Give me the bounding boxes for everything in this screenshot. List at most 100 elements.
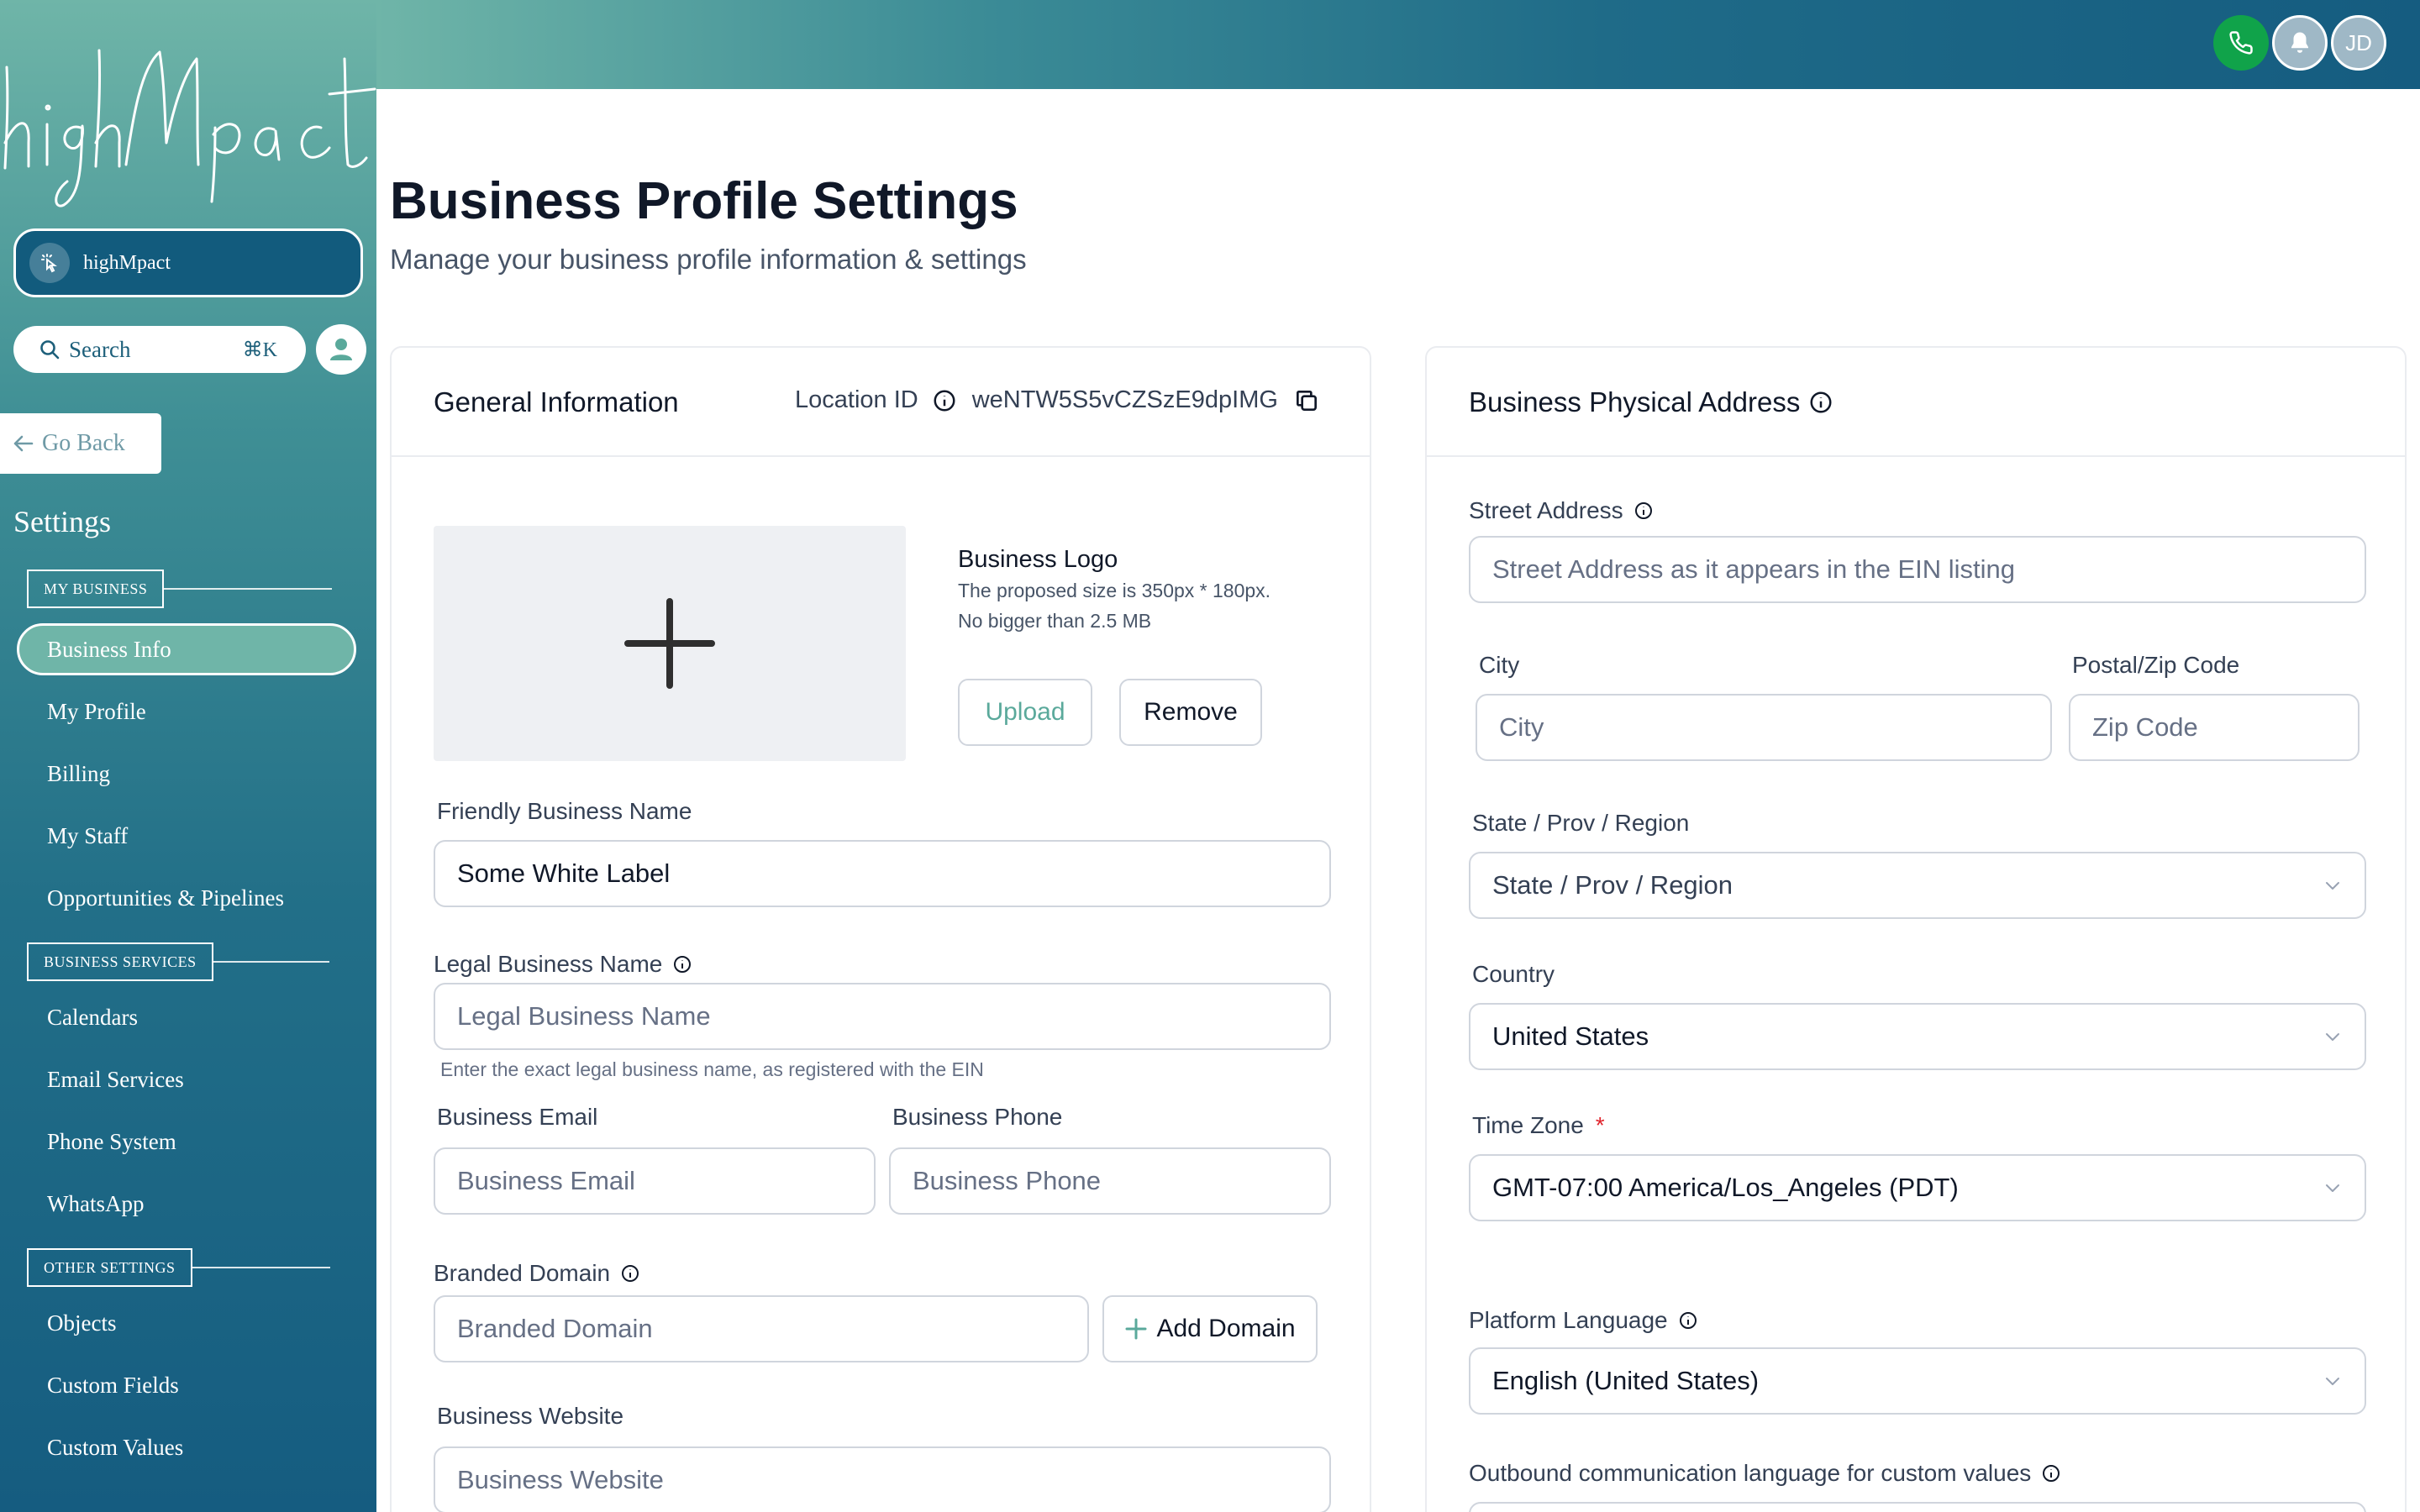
label-text: Legal Business Name — [434, 951, 663, 977]
label-text: Time Zone — [1472, 1112, 1584, 1138]
phone-icon — [2229, 31, 2253, 55]
city-label: City — [1479, 652, 1519, 679]
logo-hint-limit: No bigger than 2.5 MB — [958, 610, 1152, 632]
timezone-select[interactable]: GMT-07:00 America/Los_Angeles (PDT) — [1469, 1154, 2366, 1221]
notifications-button[interactable] — [2272, 15, 2328, 71]
business-phone-label: Business Phone — [892, 1104, 1062, 1131]
section-label: BUSINESS SERVICES — [27, 942, 213, 981]
upload-button[interactable]: Upload — [958, 679, 1092, 746]
card-title: General Information — [434, 386, 679, 417]
business-website-input[interactable]: Business Website — [434, 1446, 1331, 1512]
zip-input[interactable]: Zip Code — [2069, 694, 2360, 761]
location-name: highMpact — [83, 251, 171, 274]
info-icon — [1679, 1312, 1697, 1329]
sidebar-item-billing[interactable]: Billing — [17, 748, 356, 800]
info-icon — [2043, 1465, 2060, 1482]
business-phone-input[interactable]: Business Phone — [889, 1147, 1331, 1215]
search-label: Search — [69, 336, 131, 362]
label-text: Platform Language — [1469, 1307, 1668, 1333]
outbound-language-select[interactable] — [1469, 1502, 2366, 1512]
required-marker: * — [1595, 1112, 1605, 1138]
sidebar-item-custom-values[interactable]: Custom Values — [17, 1421, 356, 1473]
remove-button[interactable]: Remove — [1119, 679, 1262, 746]
label-text: Friendly Business Name — [437, 798, 692, 824]
legal-name-label: Legal Business Name — [434, 951, 692, 978]
chevron-down-icon — [2326, 882, 2339, 890]
legal-name-input[interactable]: Legal Business Name — [434, 983, 1331, 1050]
label-text: Business Email — [437, 1104, 598, 1130]
label-text: Postal/Zip Code — [2072, 652, 2240, 678]
sidebar-item-whatsapp[interactable]: WhatsApp — [17, 1178, 356, 1230]
plus-icon — [624, 598, 715, 689]
outbound-language-label: Outbound communication language for cust… — [1469, 1460, 2061, 1487]
info-icon — [1810, 391, 1832, 413]
sidebar-item-email-services[interactable]: Email Services — [17, 1053, 356, 1105]
chevron-down-icon — [2326, 1184, 2339, 1192]
timezone-label: Time Zone * — [1472, 1112, 1605, 1139]
sidebar-item-custom-fields[interactable]: Custom Fields — [17, 1359, 356, 1411]
sidebar-item-phone-system[interactable]: Phone System — [17, 1116, 356, 1168]
sidebar-item-calendars[interactable]: Calendars — [17, 991, 356, 1043]
business-email-label: Business Email — [437, 1104, 597, 1131]
location-id-label: Location ID — [795, 386, 918, 413]
logo-dropzone[interactable] — [434, 526, 906, 761]
sidebar-item-my-profile[interactable]: My Profile — [17, 685, 356, 738]
label-text: Country — [1472, 961, 1555, 987]
chevron-down-icon — [2326, 1378, 2339, 1385]
sidebar-item-business-info[interactable]: Business Info — [17, 623, 356, 675]
state-label: State / Prov / Region — [1472, 810, 1689, 837]
sidebar-item-objects[interactable]: Objects — [17, 1297, 356, 1349]
go-back-button[interactable]: Go Back — [0, 413, 161, 474]
street-address-input[interactable]: Street Address as it appears in the EIN … — [1469, 536, 2366, 603]
legal-name-hint: Enter the exact legal business name, as … — [440, 1058, 984, 1080]
platform-language-label: Platform Language — [1469, 1307, 1698, 1334]
add-domain-button[interactable]: Add Domain — [1102, 1295, 1318, 1362]
section-divider — [192, 1267, 330, 1268]
timezone-select-value: GMT-07:00 America/Los_Angeles (PDT) — [1492, 1173, 1959, 1202]
info-icon — [1634, 502, 1652, 519]
settings-title: Settings — [13, 505, 112, 538]
label-text: City — [1479, 652, 1520, 678]
label-text: State / Prov / Region — [1472, 810, 1690, 836]
user-avatar[interactable]: JD — [2331, 15, 2386, 71]
general-information-card: General Information Location ID weNTW5S5… — [390, 346, 1371, 1512]
section-my-business: MY BUSINESS — [27, 570, 333, 608]
country-select[interactable]: United States — [1469, 1003, 2366, 1070]
card-header: General Information Location ID weNTW5S5… — [392, 348, 1370, 457]
top-header — [376, 0, 2420, 89]
location-switcher[interactable]: highMpact — [13, 228, 363, 297]
search-shortcut: ⌘K — [242, 339, 277, 361]
label-text: Street Address — [1469, 497, 1623, 523]
city-input[interactable]: City — [1476, 694, 2052, 761]
platform-language-select[interactable]: English (United States) — [1469, 1347, 2366, 1415]
branded-domain-input[interactable]: Branded Domain — [434, 1295, 1089, 1362]
platform-language-select-value: English (United States) — [1492, 1366, 1760, 1395]
search-button[interactable]: Search ⌘K — [13, 326, 306, 373]
street-address-label: Street Address — [1469, 497, 1654, 524]
label-text: Business Website — [437, 1403, 624, 1429]
label-text: Branded Domain — [434, 1260, 611, 1286]
country-select-value: United States — [1492, 1021, 1649, 1051]
state-select-value: State / Prov / Region — [1492, 870, 1733, 900]
user-icon — [330, 339, 352, 360]
state-select[interactable]: State / Prov / Region — [1469, 852, 2366, 919]
brand-logo[interactable] — [0, 17, 376, 210]
sidebar-item-my-staff[interactable]: My Staff — [17, 810, 356, 862]
card-header: Business Physical Address — [1427, 348, 2405, 457]
info-icon — [934, 390, 955, 411]
phone-button[interactable] — [2213, 15, 2269, 71]
business-email-input[interactable]: Business Email — [434, 1147, 876, 1215]
section-label: MY BUSINESS — [27, 570, 165, 608]
logo-label: Business Logo — [958, 546, 1118, 573]
sidebar-item-opportunities[interactable]: Opportunities & Pipelines — [17, 872, 356, 924]
location-id: Location ID weNTW5S5vCZSzE9dpIMG — [795, 386, 1320, 414]
user-profile-button[interactable] — [316, 324, 366, 375]
friendly-name-input[interactable]: Some White Label — [434, 840, 1331, 907]
zip-label: Postal/Zip Code — [2072, 652, 2239, 679]
location-id-value: weNTW5S5vCZSzE9dpIMG — [971, 386, 1278, 413]
go-back-label: Go Back — [42, 430, 125, 456]
branded-domain-label: Branded Domain — [434, 1260, 640, 1287]
logo-hint-size: The proposed size is 350px * 180px. — [958, 580, 1271, 601]
copy-icon[interactable] — [1293, 387, 1320, 414]
business-website-label: Business Website — [437, 1403, 623, 1430]
